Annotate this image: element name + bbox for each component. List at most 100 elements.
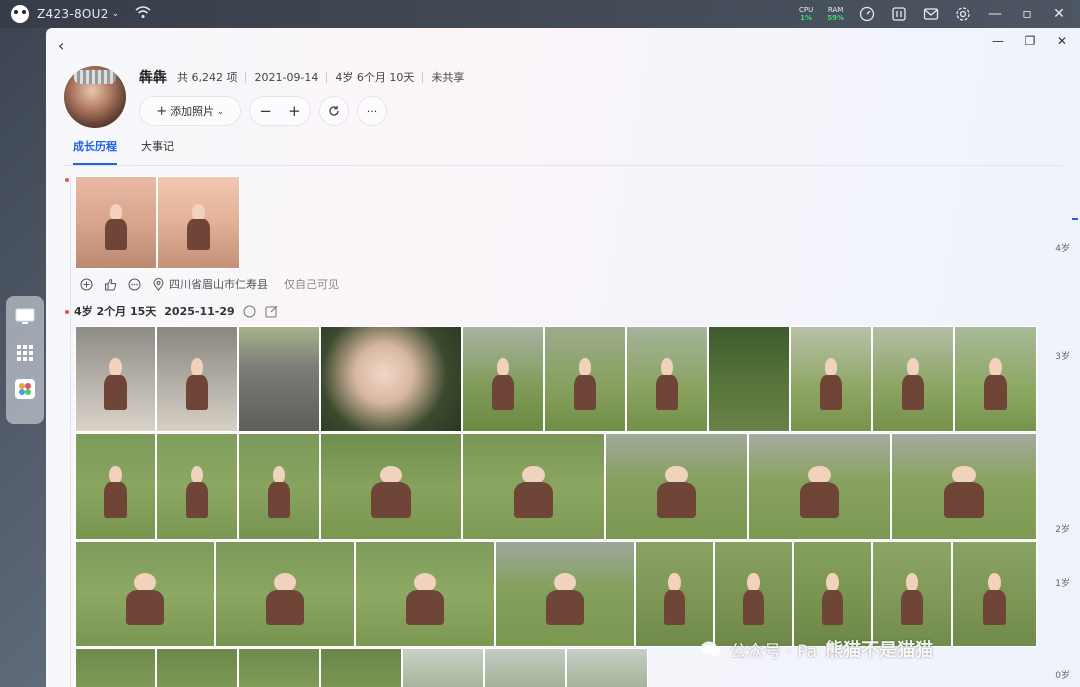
entry-location[interactable]: 四川省眉山市仁寿县 bbox=[169, 276, 268, 292]
photo-thumbnail[interactable] bbox=[75, 176, 157, 269]
device-name[interactable]: Z423-8OU2 bbox=[37, 7, 109, 21]
ram-label: RAM bbox=[827, 6, 844, 14]
photo-thumbnail[interactable] bbox=[75, 541, 215, 647]
photo-thumbnail[interactable] bbox=[495, 541, 635, 647]
photo-thumbnail[interactable] bbox=[320, 326, 462, 432]
photo-thumbnail[interactable] bbox=[714, 541, 793, 647]
divider bbox=[245, 71, 247, 83]
photo-thumbnail[interactable] bbox=[156, 648, 238, 687]
age-marker[interactable]: 1岁 bbox=[1055, 576, 1070, 589]
divider bbox=[422, 71, 424, 83]
photo-album-window: ‹ — ❐ ✕ 犇犇 共 6,242 项 2021-09-14 4岁 6个月 1… bbox=[46, 28, 1080, 687]
entry-visibility: 仅自己可见 bbox=[284, 278, 339, 291]
album-header: 犇犇 共 6,242 项 2021-09-14 4岁 6个月 10天 未共享 bbox=[139, 67, 464, 87]
age-marker[interactable]: 2岁 bbox=[1055, 522, 1070, 535]
photo-thumbnail[interactable] bbox=[156, 326, 238, 432]
watermark-name: 熊猫不是猫猫 bbox=[825, 640, 934, 661]
gauge-icon[interactable] bbox=[858, 5, 876, 23]
cpu-meter[interactable]: CPU 1% bbox=[799, 6, 813, 22]
photo-thumbnail[interactable] bbox=[238, 433, 320, 540]
os-taskbar: Z423-8OU2 ⌄ CPU 1% RAM 59% — ▫ ✕ bbox=[0, 0, 1080, 28]
photo-thumbnail[interactable] bbox=[157, 176, 240, 269]
edit-icon[interactable] bbox=[265, 304, 279, 318]
photo-thumbnail[interactable] bbox=[355, 541, 495, 647]
left-dock bbox=[6, 296, 44, 424]
scroll-position-marker[interactable] bbox=[1072, 218, 1078, 220]
photo-thumbnail[interactable] bbox=[238, 326, 320, 432]
comment-icon[interactable] bbox=[127, 277, 141, 291]
entry-date: 2025-11-29 bbox=[164, 304, 235, 318]
age-marker[interactable]: 0岁 bbox=[1055, 668, 1070, 681]
photo-thumbnail[interactable] bbox=[605, 433, 748, 540]
photo-thumbnail[interactable] bbox=[566, 648, 648, 687]
zoom-in-button[interactable]: + bbox=[288, 102, 301, 120]
photo-thumbnail[interactable] bbox=[626, 326, 708, 432]
refresh-button[interactable] bbox=[319, 96, 349, 126]
photo-thumbnail[interactable] bbox=[952, 541, 1037, 647]
cpu-label: CPU bbox=[799, 6, 814, 14]
photo-thumbnail[interactable] bbox=[544, 326, 626, 432]
app-grid-icon[interactable] bbox=[14, 342, 36, 364]
add-circle-icon[interactable] bbox=[79, 277, 93, 291]
ram-meter[interactable]: RAM 59% bbox=[827, 6, 844, 22]
photo-thumbnail[interactable] bbox=[75, 326, 156, 432]
photo-thumbnail[interactable] bbox=[215, 541, 355, 647]
photo-thumbnail[interactable] bbox=[75, 433, 156, 540]
age-timeline-scrubber[interactable]: 4岁 3岁 2岁 1岁 0岁 bbox=[1040, 28, 1080, 687]
photo-thumbnail[interactable] bbox=[635, 541, 714, 647]
photo-thumbnail[interactable] bbox=[75, 648, 156, 687]
photo-thumbnail[interactable] bbox=[484, 648, 566, 687]
circle-select-icon[interactable] bbox=[243, 304, 257, 318]
os-close-icon[interactable]: ✕ bbox=[1050, 5, 1068, 23]
chevron-down-icon[interactable]: ⌄ bbox=[112, 9, 120, 19]
thumbs-up-icon[interactable] bbox=[103, 277, 117, 291]
entry-age: 4岁 2个月 15天 bbox=[74, 305, 157, 318]
photo-thumbnail[interactable] bbox=[790, 326, 872, 432]
avatar[interactable] bbox=[64, 66, 126, 128]
os-minimize-icon[interactable]: — bbox=[986, 5, 1004, 23]
photos-app-icon[interactable] bbox=[14, 378, 36, 400]
photo-thumbnail[interactable] bbox=[462, 326, 544, 432]
tab-milestones[interactable]: 大事记 bbox=[141, 138, 174, 165]
tab-divider bbox=[64, 165, 1062, 166]
location-pin-icon bbox=[151, 277, 165, 291]
photo-thumbnail[interactable] bbox=[462, 433, 605, 540]
photo-thumbnail[interactable] bbox=[954, 326, 1037, 432]
desktop-icon[interactable] bbox=[14, 306, 36, 328]
ram-value: 59% bbox=[827, 14, 844, 22]
age-marker[interactable]: 4岁 bbox=[1055, 241, 1070, 254]
photo-thumbnail[interactable] bbox=[156, 433, 238, 540]
watermark-prefix: 公众号 · Pa bbox=[730, 641, 818, 662]
wifi-icon[interactable] bbox=[135, 5, 151, 23]
tab-growth-history[interactable]: 成长历程 bbox=[73, 138, 117, 165]
photo-thumbnail[interactable] bbox=[320, 648, 402, 687]
photo-thumbnail[interactable] bbox=[872, 541, 952, 647]
task-manager-icon[interactable] bbox=[890, 5, 908, 23]
restore-icon[interactable]: ❐ bbox=[1022, 34, 1038, 48]
photo-thumbnail[interactable] bbox=[891, 433, 1037, 540]
watermark: 公众号 · Pa 熊猫不是猫猫 bbox=[700, 636, 933, 662]
zoom-out-button[interactable]: − bbox=[259, 102, 272, 120]
add-photo-button[interactable]: + 添加照片 ⌄ bbox=[139, 96, 241, 126]
wechat-icon bbox=[701, 641, 721, 656]
photo-thumbnail[interactable] bbox=[402, 648, 484, 687]
minimize-icon[interactable]: — bbox=[990, 34, 1006, 48]
photo-thumbnail[interactable] bbox=[872, 326, 954, 432]
age-marker[interactable]: 3岁 bbox=[1055, 349, 1070, 362]
mail-icon[interactable] bbox=[922, 5, 940, 23]
zoom-control: − + bbox=[249, 96, 311, 126]
back-arrow-icon[interactable]: ‹ bbox=[58, 36, 64, 55]
chevron-down-icon: ⌄ bbox=[217, 106, 224, 116]
gear-icon[interactable] bbox=[954, 5, 972, 23]
photo-thumbnail[interactable] bbox=[320, 433, 462, 540]
more-button[interactable]: ··· bbox=[357, 96, 387, 126]
photo-thumbnail[interactable] bbox=[238, 648, 320, 687]
divider bbox=[326, 71, 328, 83]
panda-logo-icon[interactable] bbox=[11, 5, 29, 23]
add-photo-label: 添加照片 bbox=[170, 105, 215, 118]
photo-thumbnail[interactable] bbox=[748, 433, 891, 540]
photo-thumbnail[interactable] bbox=[793, 541, 872, 647]
os-maximize-icon[interactable]: ▫ bbox=[1018, 5, 1036, 23]
photo-thumbnail[interactable] bbox=[708, 326, 790, 432]
tab-bar: 成长历程 大事记 bbox=[73, 138, 174, 165]
